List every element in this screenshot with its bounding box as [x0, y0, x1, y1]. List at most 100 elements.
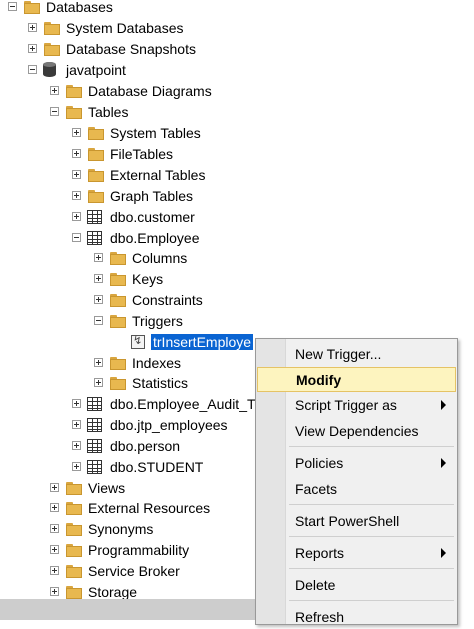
tree-node-database-diagrams[interactable]: Database Diagrams [50, 80, 212, 101]
tree-node-service-broker[interactable]: Service Broker [50, 560, 180, 581]
expand-icon[interactable] [50, 503, 59, 512]
tree-node-filetables[interactable]: FileTables [72, 143, 173, 164]
menu-separator [289, 568, 454, 569]
menu-item-label: Modify [296, 371, 342, 388]
node-label: dbo.jtp_employees [110, 416, 228, 433]
table-icon [87, 459, 102, 474]
expand-icon[interactable] [50, 524, 59, 533]
node-label: dbo.customer [110, 208, 195, 225]
node-label: Service Broker [88, 562, 180, 579]
folder-icon [65, 480, 83, 495]
tree-node-external-tables[interactable]: External Tables [72, 164, 205, 185]
tree-node-dbo-jtp-employees[interactable]: dbo.jtp_employees [72, 414, 228, 435]
expand-icon[interactable] [50, 566, 59, 575]
node-label: Keys [132, 270, 164, 287]
folder-icon [109, 292, 127, 307]
tree-node-dbo-employee[interactable]: dbo.Employee [72, 227, 200, 248]
collapse-icon[interactable] [94, 316, 103, 325]
expand-icon[interactable] [94, 358, 103, 367]
tree-node-databases[interactable]: Databases [8, 0, 113, 17]
collapse-icon[interactable] [8, 2, 17, 11]
node-label: Synonyms [88, 520, 154, 537]
node-label: Graph Tables [110, 187, 194, 204]
tree-node-views[interactable]: Views [50, 477, 125, 498]
expand-icon[interactable] [72, 212, 81, 221]
tree-node-synonyms[interactable]: Synonyms [50, 518, 153, 539]
expand-icon[interactable] [72, 399, 81, 408]
folder-icon [65, 563, 83, 578]
tree-node-programmability[interactable]: Programmability [50, 539, 189, 560]
expand-icon[interactable] [94, 378, 103, 387]
menu-item-new-trigger[interactable]: New Trigger... [257, 341, 456, 366]
menu-item-label: Reports [295, 544, 345, 561]
collapse-icon[interactable] [50, 107, 59, 116]
menu-item-view-dependencies[interactable]: View Dependencies [257, 418, 456, 443]
tree-node-tables[interactable]: Tables [50, 101, 128, 122]
tree-node-javatpoint[interactable]: javatpoint [28, 59, 126, 80]
trigger-icon [131, 334, 145, 349]
menu-item-policies[interactable]: Policies [257, 450, 456, 475]
expand-icon[interactable] [72, 170, 81, 179]
tree-node-database-snapshots[interactable]: Database Snapshots [28, 38, 196, 59]
expand-icon[interactable] [72, 420, 81, 429]
menu-separator [289, 600, 454, 601]
tree-node-graph-tables[interactable]: Graph Tables [72, 185, 193, 206]
expand-icon[interactable] [94, 295, 103, 304]
tree-node-dbo-person[interactable]: dbo.person [72, 435, 180, 456]
expand-icon[interactable] [50, 86, 59, 95]
expand-icon[interactable] [28, 44, 37, 53]
expand-icon[interactable] [94, 253, 103, 262]
node-label: System Tables [110, 124, 201, 141]
table-icon [87, 396, 102, 411]
menu-item-facets[interactable]: Facets [257, 476, 456, 501]
context-menu: New Trigger... Modify Script Trigger as … [255, 338, 458, 625]
menu-item-refresh[interactable]: Refresh [257, 604, 456, 629]
horizontal-scrollbar[interactable] [0, 599, 255, 620]
tree-node-statistics[interactable]: Statistics [94, 372, 188, 393]
tree-node-dbo-student[interactable]: dbo.STUDENT [72, 456, 203, 477]
database-icon [43, 62, 56, 77]
expand-icon[interactable] [94, 274, 103, 283]
folder-icon [65, 584, 83, 599]
tree-node-dbo-customer[interactable]: dbo.customer [72, 206, 195, 227]
collapse-icon[interactable] [72, 233, 81, 242]
collapse-icon[interactable] [28, 65, 37, 74]
tree-node-columns[interactable]: Columns [94, 247, 187, 268]
menu-item-reports[interactable]: Reports [257, 540, 456, 565]
folder-icon [109, 375, 127, 390]
node-label: Database Diagrams [88, 82, 212, 99]
tree-node-trigger-item[interactable]: trInsertEmploye [116, 331, 255, 352]
node-label: dbo.person [110, 437, 181, 454]
expand-icon[interactable] [72, 149, 81, 158]
menu-item-script-trigger-as[interactable]: Script Trigger as [257, 392, 456, 417]
node-label: Programmability [88, 541, 190, 558]
expand-icon[interactable] [50, 587, 59, 596]
expand-icon[interactable] [50, 483, 59, 492]
expand-icon[interactable] [50, 545, 59, 554]
tree-node-system-tables[interactable]: System Tables [72, 122, 201, 143]
node-label-selected[interactable]: trInsertEmploye [149, 332, 255, 351]
folder-icon [65, 542, 83, 557]
expand-icon[interactable] [72, 462, 81, 471]
node-label: System Databases [66, 19, 184, 36]
tree-node-constraints[interactable]: Constraints [94, 289, 203, 310]
tree-node-triggers[interactable]: Triggers [94, 310, 183, 331]
tree-node-dbo-employee-audit[interactable]: dbo.Employee_Audit_T [72, 393, 256, 414]
tree-node-system-databases[interactable]: System Databases [28, 17, 184, 38]
node-label: Indexes [132, 354, 182, 371]
node-label: Database Snapshots [66, 40, 196, 57]
expand-icon[interactable] [72, 128, 81, 137]
menu-item-delete[interactable]: Delete [257, 572, 456, 597]
expand-icon[interactable] [72, 441, 81, 450]
expand-icon[interactable] [28, 23, 37, 32]
node-label: Triggers [132, 312, 183, 329]
tree-node-external-resources[interactable]: External Resources [50, 497, 210, 518]
expand-icon[interactable] [72, 191, 81, 200]
tree-node-indexes[interactable]: Indexes [94, 352, 181, 373]
menu-item-modify[interactable]: Modify [257, 367, 456, 392]
table-icon [87, 438, 102, 453]
node-label: dbo.Employee_Audit_T [110, 395, 256, 412]
menu-item-start-powershell[interactable]: Start PowerShell [257, 508, 456, 533]
menu-item-label: Refresh [295, 608, 345, 625]
tree-node-keys[interactable]: Keys [94, 268, 163, 289]
